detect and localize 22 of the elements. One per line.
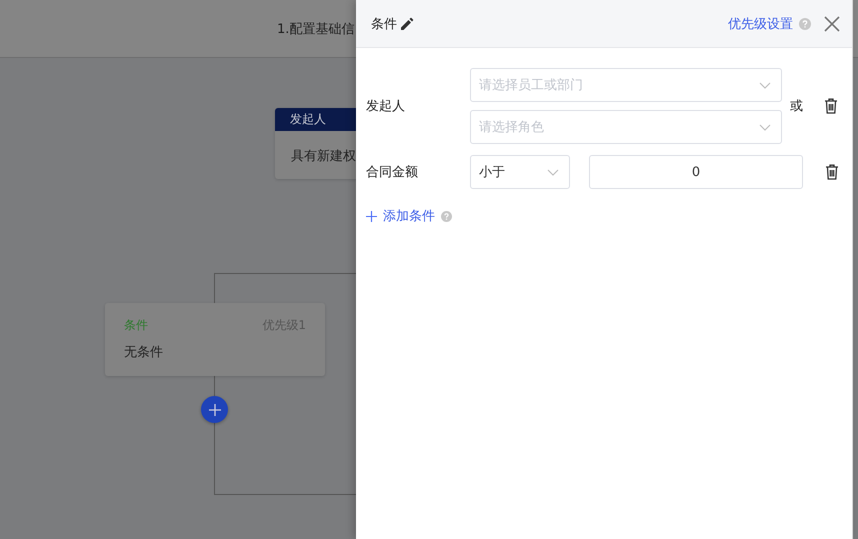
step-title: 1.配置基础信 bbox=[277, 20, 354, 38]
add-condition-link[interactable]: 添加条件 bbox=[366, 207, 435, 225]
amount-input[interactable]: 0 bbox=[589, 155, 803, 189]
node-title: 发起人 bbox=[290, 111, 326, 128]
node-description: 无条件 bbox=[124, 344, 164, 361]
chevron-down-icon bbox=[547, 168, 559, 176]
chevron-down-icon bbox=[759, 124, 771, 130]
add-node-button[interactable] bbox=[201, 396, 228, 423]
drawer-title: 条件 bbox=[371, 16, 397, 32]
close-icon[interactable] bbox=[824, 16, 840, 32]
operator-select[interactable]: 小于 bbox=[470, 155, 570, 189]
chevron-down-icon bbox=[759, 82, 771, 88]
trash-icon[interactable] bbox=[825, 164, 839, 180]
plus-icon bbox=[208, 404, 220, 416]
node-title: 条件 bbox=[124, 317, 148, 334]
priority-settings-link[interactable]: 优先级设置 bbox=[728, 14, 793, 32]
edit-icon[interactable] bbox=[400, 16, 414, 30]
trash-icon[interactable] bbox=[824, 98, 838, 114]
plus-icon bbox=[366, 210, 377, 222]
connector-line bbox=[214, 376, 216, 396]
or-label: 或 bbox=[790, 98, 803, 115]
node-description: 具有新建权 bbox=[290, 148, 357, 165]
